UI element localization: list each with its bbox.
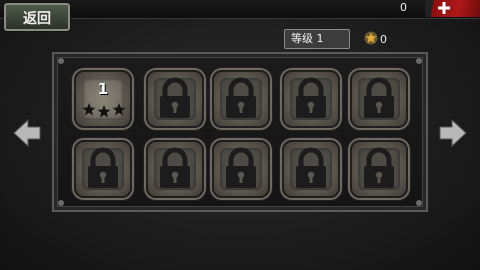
star-icon: [364, 31, 378, 45]
padlock-icon: [160, 77, 190, 118]
level-number: 1: [97, 80, 109, 98]
back-button[interactable]: 返回: [4, 3, 70, 31]
level-slot-7-locked[interactable]: [146, 140, 204, 198]
level-slot-2-locked[interactable]: [146, 70, 204, 128]
player-level: 等级 1: [284, 29, 350, 49]
level-slot-10-locked[interactable]: [350, 140, 408, 198]
rivet: [416, 58, 422, 64]
padlock-icon: [226, 77, 256, 118]
level-slot-6-locked[interactable]: [74, 140, 132, 198]
padlock-icon: [364, 147, 394, 188]
padlock-icon: [160, 147, 190, 188]
arrow-left-icon[interactable]: [12, 118, 42, 148]
padlock-icon: [364, 77, 394, 118]
padlock-icon: [296, 77, 326, 118]
rivet: [58, 58, 64, 64]
rivet: [416, 200, 422, 206]
level-slot-5-locked[interactable]: [350, 70, 408, 128]
star-count: 0: [380, 33, 387, 46]
level-slot-3-locked[interactable]: [212, 70, 270, 128]
level-slot-1[interactable]: 1: [74, 70, 132, 128]
padlock-icon: [296, 147, 326, 188]
level-slot-8-locked[interactable]: [212, 140, 270, 198]
add-coins-button[interactable]: [425, 0, 480, 17]
level-slot-4-locked[interactable]: [282, 70, 340, 128]
coin-count: 0: [400, 1, 407, 14]
padlock-icon: [88, 147, 118, 188]
plus-icon: [438, 2, 450, 14]
padlock-icon: [226, 147, 256, 188]
rivet: [58, 200, 64, 206]
level-stars-icon: [82, 103, 126, 118]
level-slot-9-locked[interactable]: [282, 140, 340, 198]
top-bar: [0, 0, 480, 19]
arrow-right-icon[interactable]: [438, 118, 468, 148]
